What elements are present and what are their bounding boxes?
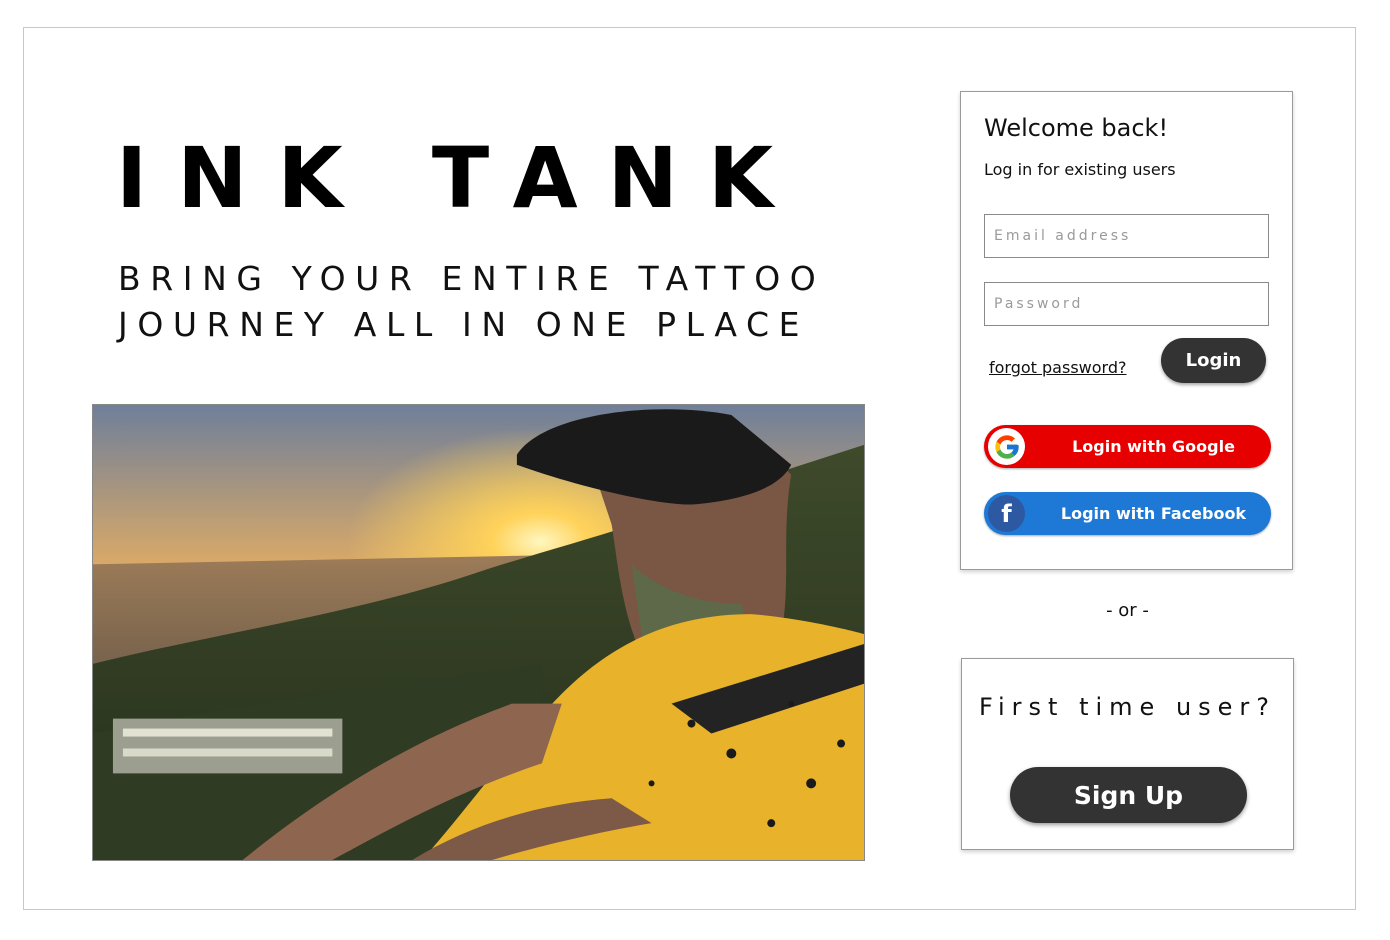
- login-button[interactable]: Login: [1161, 338, 1266, 383]
- signup-card: First time user? Sign Up: [961, 658, 1294, 850]
- brand-title: INK TANK: [116, 129, 804, 227]
- facebook-logo-icon: f: [988, 495, 1025, 532]
- tagline-line-2: JOURNEY ALL IN ONE PLACE: [118, 305, 810, 344]
- email-field[interactable]: [984, 214, 1269, 258]
- login-card: Welcome back! Log in for existing users …: [960, 91, 1293, 570]
- or-separator: - or -: [1106, 600, 1149, 621]
- hero-image: [92, 404, 865, 861]
- login-with-facebook-button[interactable]: f Login with Facebook: [984, 492, 1271, 535]
- google-logo-icon: [988, 428, 1025, 465]
- login-with-google-button[interactable]: Login with Google: [984, 425, 1271, 468]
- password-field[interactable]: [984, 282, 1269, 326]
- brand-tagline: BRING YOUR ENTIRE TATTOO JOURNEY ALL IN …: [118, 256, 878, 348]
- facebook-button-label: Login with Facebook: [1060, 504, 1247, 523]
- first-time-prompt: First time user?: [978, 693, 1277, 721]
- hero-photo-illustration: [93, 405, 864, 860]
- forgot-password-link[interactable]: forgot password?: [989, 358, 1126, 377]
- google-button-label: Login with Google: [1072, 437, 1235, 456]
- login-subtitle: Log in for existing users: [984, 160, 1176, 179]
- tagline-line-1: BRING YOUR ENTIRE TATTOO: [118, 259, 826, 298]
- sign-up-button[interactable]: Sign Up: [1010, 767, 1247, 823]
- welcome-heading: Welcome back!: [984, 114, 1169, 142]
- google-logo-svg: [994, 434, 1019, 459]
